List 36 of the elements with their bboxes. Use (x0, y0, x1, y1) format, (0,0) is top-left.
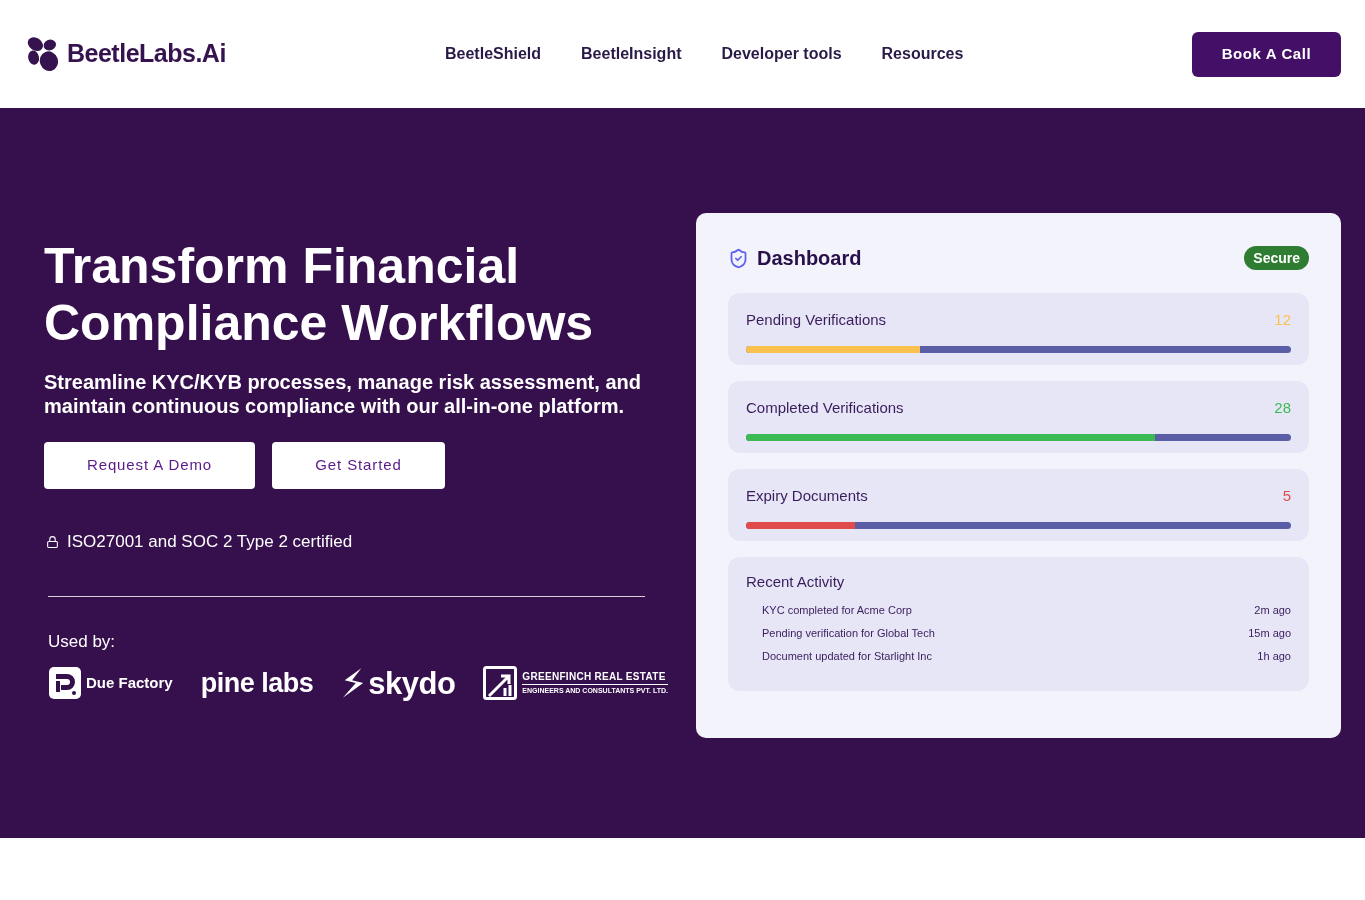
client-name: Due Factory (86, 672, 173, 693)
nav-link[interactable]: BeetleShield (445, 42, 542, 66)
activity-text: Document updated for Starlight Inc (762, 649, 932, 664)
square-d-logo-icon (49, 667, 81, 699)
client-name: skydo (368, 667, 456, 699)
metric-label: Completed Verifications (746, 398, 904, 418)
nav-link[interactable]: Resources (881, 42, 964, 66)
certification-text: ISO27001 and SOC 2 Type 2 certified (67, 531, 353, 553)
nav-link[interactable]: Developer tools (721, 42, 842, 66)
metric-value: 12 (1274, 310, 1291, 330)
hero-title: Transform Financial Compliance Workflows (44, 238, 595, 352)
book-call-button[interactable]: Book A Call (1192, 31, 1341, 77)
secure-badge: Secure (1244, 246, 1309, 270)
hero-subtitle: Streamline KYC/KYB processes, manage risk assessment, and maintain continuous compliance with our all-in-one platform. (44, 370, 642, 418)
nav-link[interactable]: BeetleInsight (581, 42, 682, 66)
activity-text: KYC completed for Acme Corp (762, 603, 912, 618)
lock-icon (46, 534, 59, 549)
metric-label: Expiry Documents (746, 486, 868, 506)
chart-arrow-logo-icon (483, 666, 518, 700)
used-by-label: Used by: (48, 630, 116, 653)
hero-button[interactable]: Get Started (272, 442, 445, 489)
activity-time: 15m ago (1248, 626, 1291, 641)
metric-label: Pending Verifications (746, 310, 887, 330)
metric-value: 5 (1282, 486, 1291, 506)
metric-value: 28 (1274, 398, 1291, 418)
brand-name: BeetleLabs.Ai (67, 38, 226, 70)
activity-time: 2m ago (1254, 603, 1291, 618)
shield-check-icon (728, 247, 749, 269)
activity-time: 1h ago (1257, 649, 1291, 664)
hero-button[interactable]: Request A Demo (44, 442, 255, 489)
client-name: GREENFINCH REAL ESTATE (522, 672, 668, 685)
dashboard-title: Dashboard (757, 246, 862, 271)
brand-logo-link[interactable]: BeetleLabs.Ai (24, 35, 226, 73)
activity-text: Pending verification for Global Tech (762, 626, 935, 641)
client-name: pine labs (200, 669, 314, 697)
activity-title: Recent Activity (746, 573, 845, 591)
